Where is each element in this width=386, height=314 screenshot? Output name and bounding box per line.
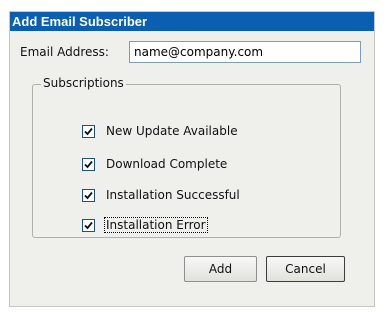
checkbox-checked-icon[interactable] xyxy=(82,124,95,138)
email-address-input[interactable] xyxy=(129,41,361,63)
email-address-label: Email Address: xyxy=(20,45,109,59)
checkbox-label[interactable]: New Update Available xyxy=(105,124,239,138)
checkbox-checked-icon[interactable] xyxy=(82,188,95,202)
checkbox-checked-icon[interactable] xyxy=(82,157,95,171)
checkbox-label[interactable]: Installation Successful xyxy=(105,188,241,202)
checkbox-label[interactable]: Download Complete xyxy=(105,157,228,171)
dialog-title: Add Email Subscriber xyxy=(10,12,374,31)
add-button[interactable]: Add xyxy=(184,256,257,282)
checkbox-label[interactable]: Installation Error xyxy=(104,217,208,233)
checkbox-installation-successful[interactable]: Installation Successful xyxy=(82,187,241,203)
cancel-button[interactable]: Cancel xyxy=(266,256,345,282)
checkbox-installation-error[interactable]: Installation Error xyxy=(82,217,208,233)
checkbox-new-update-available[interactable]: New Update Available xyxy=(82,123,239,139)
subscriptions-legend: Subscriptions xyxy=(41,76,126,90)
checkbox-download-complete[interactable]: Download Complete xyxy=(82,156,228,172)
checkbox-checked-icon[interactable] xyxy=(82,218,95,232)
